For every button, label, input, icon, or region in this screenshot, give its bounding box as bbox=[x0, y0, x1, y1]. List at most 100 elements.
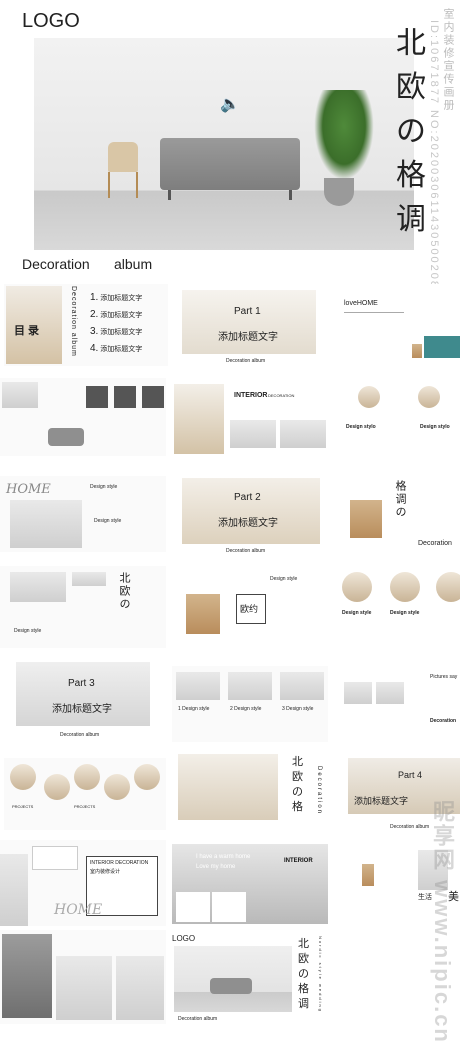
ending-title-char: 欧 bbox=[298, 952, 309, 965]
grid-photo bbox=[228, 672, 272, 700]
interior-title: INTERIOR bbox=[284, 858, 313, 864]
design-style-label: Design style bbox=[270, 576, 298, 582]
hero-photo: 🔈 bbox=[34, 38, 414, 250]
slide-bei-ou-vertical[interactable]: 北 欧 の 格 Decoration bbox=[172, 752, 328, 836]
logo: LOGO bbox=[22, 10, 80, 32]
contents-item-text: 添加标题文字 bbox=[100, 329, 143, 336]
gallery-photo bbox=[56, 956, 112, 1020]
contents-item-text: 添加标题文字 bbox=[100, 295, 143, 302]
slide-love-home[interactable]: loveHOME bbox=[332, 284, 460, 366]
design-stylo-label: Design stylo bbox=[420, 424, 450, 430]
slide-home[interactable]: HOME Design style Design style bbox=[0, 476, 166, 552]
interior-decoration-cn: 室内装修设计 bbox=[90, 869, 121, 875]
part-number: 2 bbox=[230, 706, 233, 712]
warm-home-line-1: I have a warm home bbox=[196, 854, 251, 860]
slide-interior[interactable]: INTERIOR DECORATION bbox=[172, 382, 328, 456]
home-photo bbox=[10, 500, 82, 548]
ending-title-char: 北 bbox=[298, 937, 309, 950]
plant-pot bbox=[324, 178, 354, 206]
slide-interior-decoration[interactable]: INTERIOR DECORATION 室内装修设计 HOME bbox=[0, 840, 166, 926]
slide-bei-ou[interactable]: 北欧の Design style bbox=[0, 566, 166, 648]
icon-box bbox=[142, 386, 164, 408]
site-watermark: 昵享网 www.nipic.cn bbox=[430, 800, 455, 1044]
part-4-label: Part 4 bbox=[398, 770, 423, 780]
slide-projects[interactable]: PROJECTS PROJECTS bbox=[4, 758, 166, 830]
design-style-label: Design style bbox=[94, 518, 122, 524]
contents-item-num: 3. bbox=[90, 326, 99, 337]
chair-illustration bbox=[108, 142, 138, 172]
contents-label: 目 录 bbox=[14, 325, 40, 337]
decoration-label: Decoration bbox=[418, 540, 452, 547]
overlay-card bbox=[176, 892, 210, 922]
round-photo bbox=[44, 774, 70, 800]
round-photo bbox=[358, 386, 380, 408]
slide-pictures-say[interactable]: Pictures say Decoration bbox=[332, 670, 460, 742]
ending-title-char: の bbox=[298, 967, 309, 980]
stool-photo bbox=[362, 864, 374, 886]
contents-vertical-caption: Decoration album bbox=[70, 286, 77, 357]
intro-photo bbox=[2, 382, 38, 408]
contents-item-num: 2. bbox=[90, 309, 99, 320]
slide-design-stylo[interactable]: Design stylo Design stylo bbox=[332, 376, 460, 460]
interior-subtitle: DECORATION bbox=[268, 393, 295, 398]
love-home-label: loveHOME bbox=[344, 300, 378, 307]
slide-three-parts[interactable]: 1 Design style 2 Design style 3 Design s… bbox=[172, 666, 328, 742]
contents-item-text: 添加标题文字 bbox=[100, 346, 143, 353]
part-2-caption: Decoration album bbox=[226, 548, 266, 554]
design-style-label: Design style bbox=[286, 706, 314, 712]
slide-ending[interactable]: LOGO 北 欧 の 格 调 Nordic style wedding Deco… bbox=[170, 930, 330, 1024]
divider bbox=[344, 312, 404, 313]
interior-photo-2 bbox=[280, 420, 326, 448]
design-style-label: Design style bbox=[342, 610, 372, 616]
chair-photo bbox=[178, 754, 278, 820]
slide-part-3[interactable]: Part 3 添加标题文字 Decoration album bbox=[4, 658, 166, 742]
title-char: の bbox=[292, 785, 303, 798]
design-stylo-label: Design stylo bbox=[346, 424, 376, 430]
slide-intro-icons[interactable] bbox=[0, 378, 166, 456]
part-3-label: Part 3 bbox=[68, 678, 95, 689]
sofa-illustration bbox=[160, 138, 300, 190]
slide-circles[interactable]: Design style Design style bbox=[332, 566, 460, 648]
plant-illustration bbox=[314, 90, 374, 180]
slide-contents[interactable]: 目 录 Decoration album 1. 添加标题文字 2. 添加标题文字… bbox=[4, 284, 168, 366]
slide-warm-home[interactable]: I have a warm home Love my home INTERIOR bbox=[172, 840, 328, 926]
slide-part-2[interactable]: Part 2 添加标题文字 Decoration album bbox=[176, 474, 326, 558]
slide-ou-yue[interactable]: 欧约 Design style bbox=[176, 568, 326, 650]
slide-ge-diao[interactable]: 格调の Decoration bbox=[332, 476, 460, 554]
round-photo bbox=[342, 572, 372, 602]
part-number: 3 bbox=[282, 706, 285, 712]
round-photo bbox=[134, 764, 160, 790]
ending-logo: LOGO bbox=[172, 934, 196, 943]
overlay-card bbox=[212, 892, 246, 922]
part-1-caption: Decoration album bbox=[226, 358, 266, 364]
speaker-icon[interactable]: 🔈 bbox=[220, 94, 240, 113]
dresser-photo bbox=[350, 500, 382, 538]
part-2-photo bbox=[182, 478, 320, 544]
hero-title-char: の bbox=[396, 114, 426, 149]
dining-photo bbox=[10, 572, 66, 602]
dining-photo-2 bbox=[72, 572, 106, 586]
icon-box bbox=[114, 386, 136, 408]
slide-part-1[interactable]: Part 1 添加标题文字 Decoration album bbox=[176, 284, 326, 366]
hero-subtitle-decoration: Decoration bbox=[22, 256, 90, 272]
note-box bbox=[32, 846, 78, 870]
design-style-label: Design style bbox=[14, 628, 42, 634]
grid-photo bbox=[176, 672, 220, 700]
part-number: 1 bbox=[178, 706, 181, 712]
bei-ou-title: 北欧の bbox=[118, 572, 131, 611]
contents-item: 4. 添加标题文字 bbox=[90, 341, 142, 358]
vertical-caption: Decoration bbox=[316, 766, 322, 816]
contents-item: 3. 添加标题文字 bbox=[90, 324, 142, 341]
part-2-title: 添加标题文字 bbox=[218, 518, 278, 529]
hero-title-char: 调 bbox=[396, 202, 426, 237]
slide-gallery[interactable] bbox=[0, 930, 166, 1024]
design-style-label: Design style bbox=[90, 484, 118, 490]
warm-home-line-2: Love my home bbox=[196, 864, 236, 870]
contents-item-num: 4. bbox=[90, 343, 99, 354]
hero-subtitle-album: album bbox=[114, 256, 153, 272]
design-style-label: Design style bbox=[182, 706, 210, 712]
round-photo bbox=[74, 764, 100, 790]
drawer-photo bbox=[186, 594, 220, 634]
design-style-label: Design style bbox=[390, 610, 420, 616]
decoration-photo bbox=[0, 854, 28, 926]
